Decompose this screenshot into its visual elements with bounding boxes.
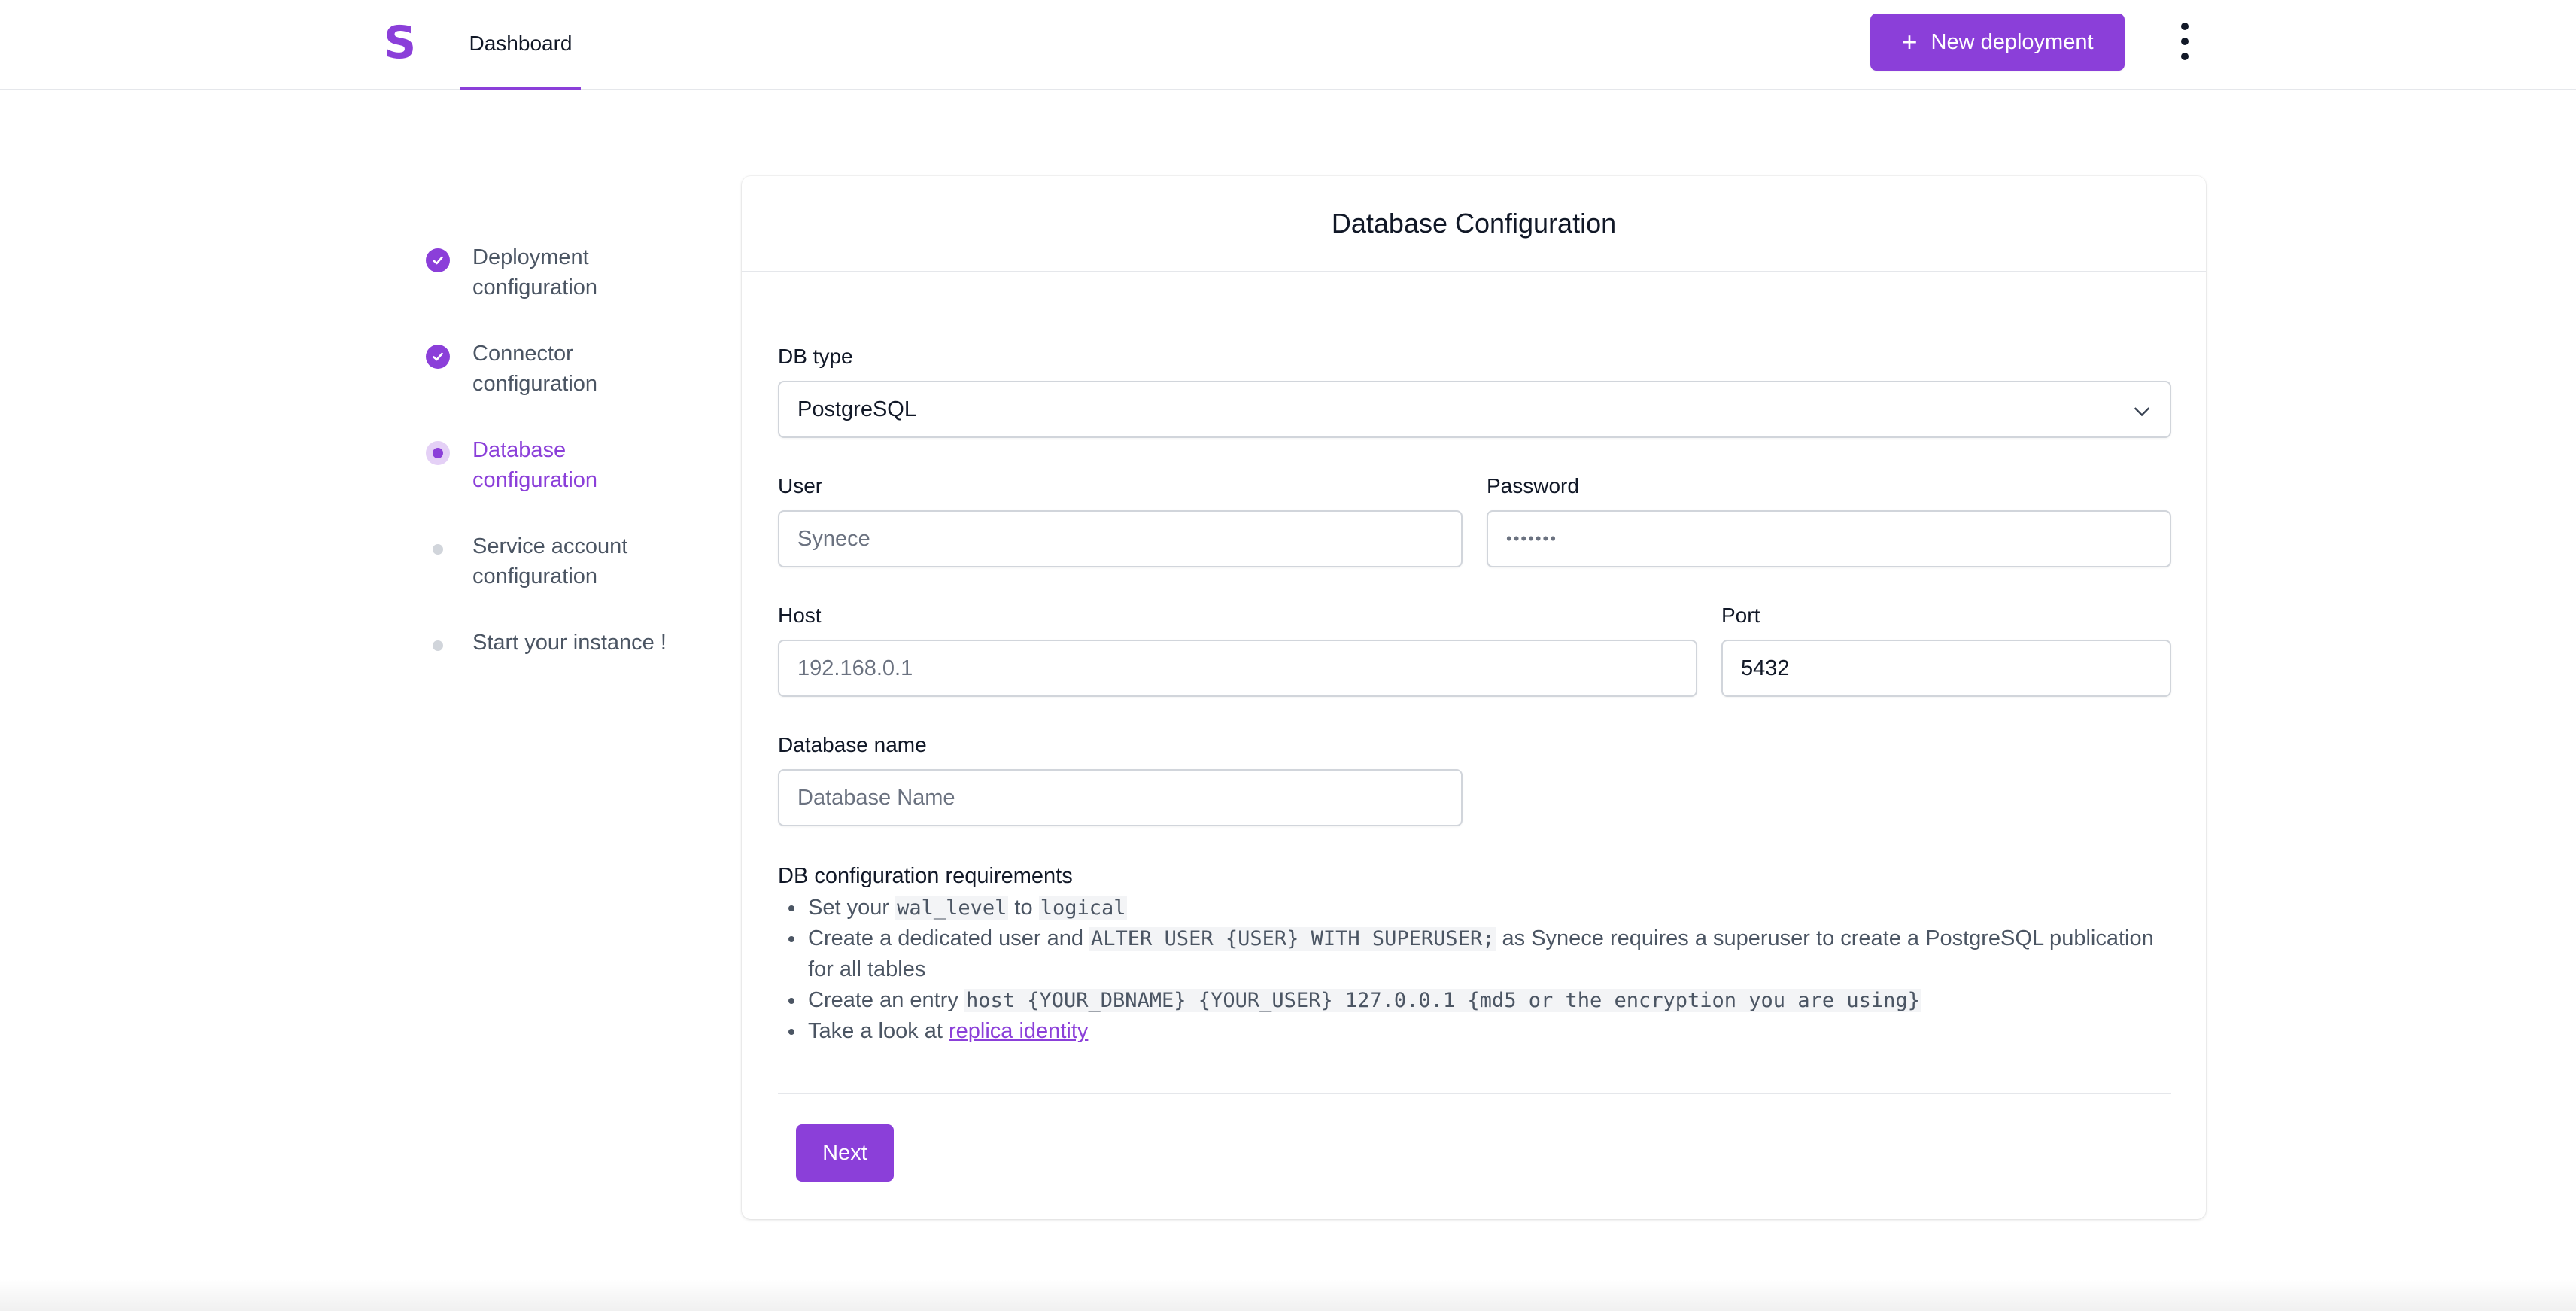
divider xyxy=(778,1093,2171,1094)
check-circle-icon xyxy=(426,248,450,272)
database-configuration-card: Database Configuration DB type PostgreSQ… xyxy=(742,176,2206,1219)
requirements-list: Set your wal_level to logical Create a d… xyxy=(778,893,2171,1047)
step-label: Database configuration xyxy=(472,438,598,492)
check-circle-icon xyxy=(426,345,450,369)
user-input[interactable]: Synece xyxy=(778,510,1463,567)
replica-identity-link[interactable]: replica identity xyxy=(949,1019,1088,1043)
chevron-down-icon xyxy=(2134,400,2150,417)
host-label: Host xyxy=(778,604,822,627)
page-bottom-edge xyxy=(0,1279,2576,1311)
new-deployment-label: New deployment xyxy=(1930,29,2094,54)
host-input[interactable]: 192.168.0.1 xyxy=(778,640,1697,697)
database-name-label: Database name xyxy=(778,733,927,756)
step-label: Start your instance ! xyxy=(472,631,667,655)
tab-dashboard[interactable]: Dashboard xyxy=(460,0,581,90)
list-item: Create an entry host {YOUR_DBNAME} {YOUR… xyxy=(778,985,2171,1016)
top-navbar: S Dashboard + New deployment xyxy=(0,0,2576,90)
list-item: Create a dedicated user and ALTER USER {… xyxy=(778,923,2171,985)
step-label: Deployment configuration xyxy=(472,245,598,300)
port-input[interactable]: 5432 xyxy=(1721,640,2171,697)
plus-icon: + xyxy=(1901,26,1918,57)
database-name-input[interactable]: Database Name xyxy=(778,769,1463,826)
step-label: Connector configuration xyxy=(472,342,598,396)
list-item: Take a look at replica identity xyxy=(778,1016,2171,1047)
requirements-title: DB configuration requirements xyxy=(778,864,1073,888)
password-input[interactable]: ••••••• xyxy=(1487,510,2171,567)
db-type-select[interactable]: PostgreSQL xyxy=(778,381,2171,438)
password-label: Password xyxy=(1487,474,1579,497)
current-step-icon xyxy=(426,441,450,465)
more-options-icon[interactable] xyxy=(2176,23,2194,60)
card-title: Database Configuration xyxy=(742,176,2206,272)
db-type-value: PostgreSQL xyxy=(797,397,916,421)
db-type-label: DB type xyxy=(778,345,853,368)
step-label: Service account configuration xyxy=(472,534,628,589)
synece-logo[interactable]: S xyxy=(384,17,416,69)
list-item: Set your wal_level to logical xyxy=(778,893,2171,923)
user-label: User xyxy=(778,474,823,497)
new-deployment-button[interactable]: + New deployment xyxy=(1870,14,2125,71)
upcoming-step-icon xyxy=(426,634,450,658)
upcoming-step-icon xyxy=(426,537,450,561)
next-button[interactable]: Next xyxy=(796,1124,894,1182)
port-label: Port xyxy=(1721,604,1760,627)
